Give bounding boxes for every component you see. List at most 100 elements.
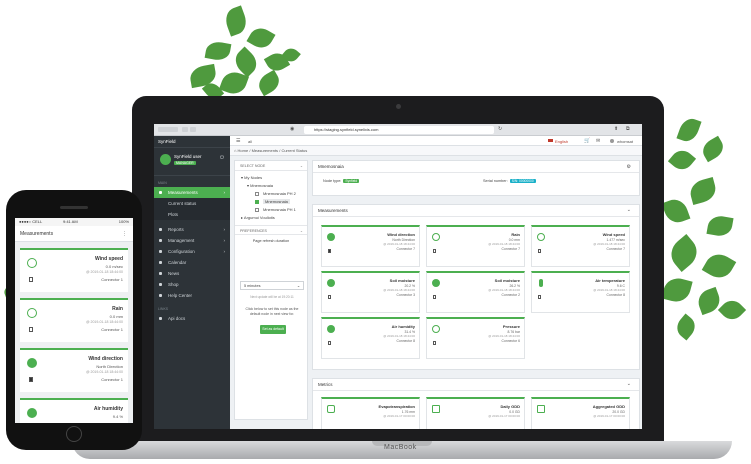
tree-node[interactable]: Mnemosnaia PH 1 bbox=[235, 206, 307, 214]
sidebar-item-label: Measurements bbox=[168, 190, 198, 195]
tile-daily-gdd[interactable]: Daily GDD 0.0 GD @ 2019-01-17 00:00:00 bbox=[426, 397, 525, 429]
sidebar-item-label: Api docs bbox=[168, 316, 186, 321]
tile-wind-direction[interactable]: Wind direction North Direction @ 2019-01… bbox=[321, 225, 420, 267]
chevron-down-icon: ⌄ bbox=[296, 284, 300, 288]
sidebar-item-news[interactable]: News bbox=[154, 268, 230, 279]
tile-title: Air temperature bbox=[595, 278, 625, 283]
node-checkbox-checked[interactable] bbox=[255, 200, 259, 204]
url-bar[interactable]: https://staging.synfield.synelixis.com bbox=[304, 126, 494, 134]
window-controls[interactable] bbox=[158, 127, 178, 132]
avatar[interactable] bbox=[160, 154, 171, 165]
power-icon[interactable]: ⏻ bbox=[220, 155, 224, 161]
tree-node[interactable]: Mnemosnaia PH 2 bbox=[235, 190, 307, 198]
node-checkbox[interactable] bbox=[255, 192, 259, 196]
reload-icon[interactable]: ↻ bbox=[498, 126, 502, 132]
more-icon[interactable]: ⋮ bbox=[122, 226, 127, 242]
tile-connector: Connector 3 bbox=[396, 293, 415, 297]
user-avatar-icon[interactable] bbox=[610, 139, 614, 143]
forward-icon[interactable] bbox=[190, 127, 196, 132]
browser-bar: ◉ https://staging.synfield.synelixis.com… bbox=[154, 124, 642, 136]
app-logo[interactable]: SynField bbox=[154, 136, 230, 148]
breadcrumb: ⌂ Home / Measurements / Current Status bbox=[230, 146, 642, 156]
phone-card-air-humidity[interactable]: Air humidity 9.4 % bbox=[20, 398, 128, 423]
node-checkbox[interactable] bbox=[255, 208, 259, 212]
news-icon bbox=[159, 272, 162, 275]
tree-label: Mnemosnaia PH 2 bbox=[263, 191, 296, 196]
select-node-header[interactable]: SELECT NODE ⌄ bbox=[235, 161, 307, 171]
flag-icon[interactable] bbox=[548, 139, 553, 142]
tree-group[interactable]: ▾ Mnemosnaia bbox=[235, 182, 307, 190]
tile-rain[interactable]: Rain 0.0 mm @ 2019-01-18 18:44:00 Connec… bbox=[426, 225, 525, 267]
tile-soil-moisture-2[interactable]: Soil moisture 26.2 % @ 2019-01-18 18:44:… bbox=[426, 271, 525, 313]
home-icon[interactable]: ⌂ bbox=[234, 148, 236, 153]
report-icon bbox=[159, 228, 162, 231]
account-menu[interactable]: whomsat bbox=[617, 139, 633, 144]
phone-home-button[interactable] bbox=[66, 426, 82, 442]
sidebar-section-links: LINKS bbox=[158, 307, 169, 311]
sidebar-item-configuration[interactable]: Configuration › bbox=[154, 246, 230, 257]
tile-pressure[interactable]: Pressure 8.76 bar @ 2019-01-18 18:44:00 … bbox=[426, 317, 525, 359]
tile-evapotranspiration[interactable]: Evapotranspiration 1.76 mm @ 2019-01-17 … bbox=[321, 397, 420, 429]
tile-soil-moisture-1[interactable]: Soil moisture 20.2 % @ 2019-01-18 18:44:… bbox=[321, 271, 420, 313]
gauge-icon bbox=[537, 233, 545, 241]
node-type-badge: Synfield bbox=[343, 179, 360, 183]
sidebar-item-api-docs[interactable]: Api docs bbox=[154, 313, 230, 324]
language-selector[interactable]: English bbox=[555, 139, 568, 144]
sidebar-item-measurements[interactable]: Measurements › bbox=[154, 187, 230, 198]
compass-icon bbox=[27, 358, 37, 368]
sidebar-item-help-center[interactable]: Help Center bbox=[154, 290, 230, 301]
sensor-icon bbox=[328, 341, 331, 345]
set-default-button[interactable]: Set as default bbox=[260, 325, 286, 334]
share-icon[interactable]: ⬆ bbox=[614, 126, 618, 132]
sidebar-item-shop[interactable]: Shop bbox=[154, 279, 230, 290]
gear-icon[interactable]: ⚙ bbox=[627, 164, 631, 170]
shield-icon[interactable]: ◉ bbox=[290, 126, 294, 132]
gauge-icon bbox=[432, 325, 440, 333]
sidebar-item-plots[interactable]: Plots bbox=[154, 209, 230, 220]
sensor-icon bbox=[29, 327, 33, 332]
cart-icon[interactable]: 🛒 bbox=[584, 138, 590, 144]
tile-date: @ 2019-01-18 18:44:00 bbox=[488, 288, 520, 292]
zoom-selector[interactable]: all bbox=[248, 139, 252, 144]
sidebar-item-label: Management bbox=[168, 238, 195, 243]
phone-header: Measurements ⋮ bbox=[15, 226, 133, 242]
tile-wind-speed[interactable]: Wind speed 1.477 m/sec @ 2019-01-18 18:4… bbox=[531, 225, 630, 267]
phone-card-rain[interactable]: Rain 0.0 mm @ 2019-01-18 18:44:00 Connec… bbox=[20, 298, 128, 342]
chat-icon[interactable]: ✉ bbox=[596, 138, 600, 144]
metrics-card: Metrics ⌄ Evapotranspiration 1.76 mm @ 2… bbox=[312, 378, 640, 429]
tile-title: Pressure bbox=[502, 324, 520, 329]
sensor-icon bbox=[433, 249, 436, 253]
tabs-icon[interactable]: ⧉ bbox=[626, 126, 630, 132]
sidebar-item-management[interactable]: Management › bbox=[154, 235, 230, 246]
tree-node-selected[interactable]: Mnemosnaia bbox=[235, 198, 307, 206]
tile-air-temperature[interactable]: Air temperature 9.6 C @ 2019-01-18 18:44… bbox=[531, 271, 630, 313]
tile-connector: Connector 1 bbox=[101, 377, 123, 382]
tree-other-group[interactable]: ▸ Argumui Vouliotis bbox=[235, 214, 307, 222]
sidebar-item-calendar[interactable]: Calendar bbox=[154, 257, 230, 268]
phone-card-wind-direction[interactable]: Wind direction North Direction @ 2019-01… bbox=[20, 348, 128, 392]
measurements-card: Measurements ⌄ Wind direction North Dire… bbox=[312, 204, 640, 370]
tree-label: Mnemosnaia bbox=[250, 183, 274, 188]
phone-card-wind-speed[interactable]: Wind speed 0.0 m/sec @ 2019-01-18 18:44:… bbox=[20, 248, 128, 292]
back-icon[interactable] bbox=[182, 127, 188, 132]
breadcrumb-measurements[interactable]: Measurements bbox=[252, 148, 278, 153]
preferences-header[interactable]: PREFERENCES ⌄ bbox=[235, 225, 307, 235]
sensor-icon bbox=[29, 277, 33, 282]
tile-title: Wind speed bbox=[602, 232, 625, 237]
calendar-icon bbox=[159, 261, 162, 264]
sidebar-item-label: Help Center bbox=[168, 293, 193, 298]
breadcrumb-home[interactable]: Home bbox=[238, 148, 249, 153]
tile-aggregated-gdd[interactable]: Aggregated GDD 20.0 GD @ 2019-01-17 00:0… bbox=[531, 397, 630, 429]
tile-date: @ 2019-01-18 18:44:00 bbox=[85, 270, 123, 274]
chevron-down-icon[interactable]: ⌄ bbox=[627, 381, 631, 387]
sidebar-item-current-status[interactable]: Current status bbox=[154, 198, 230, 209]
tile-value: 9.4 % bbox=[112, 414, 123, 419]
refresh-select[interactable]: 5 minutes ⌄ bbox=[240, 281, 304, 290]
serial-badge: S/N: 00000000 bbox=[509, 179, 536, 183]
menu-icon[interactable]: ☰ bbox=[236, 138, 240, 144]
tile-air-humidity[interactable]: Air humidity 31.4 % @ 2019-01-18 18:44:0… bbox=[321, 317, 420, 359]
tree-my-nodes[interactable]: ▾ My Nodes bbox=[235, 174, 307, 182]
sidebar-item-reports[interactable]: Reports › bbox=[154, 224, 230, 235]
chevron-down-icon[interactable]: ⌄ bbox=[627, 207, 631, 213]
help-icon bbox=[159, 294, 162, 297]
